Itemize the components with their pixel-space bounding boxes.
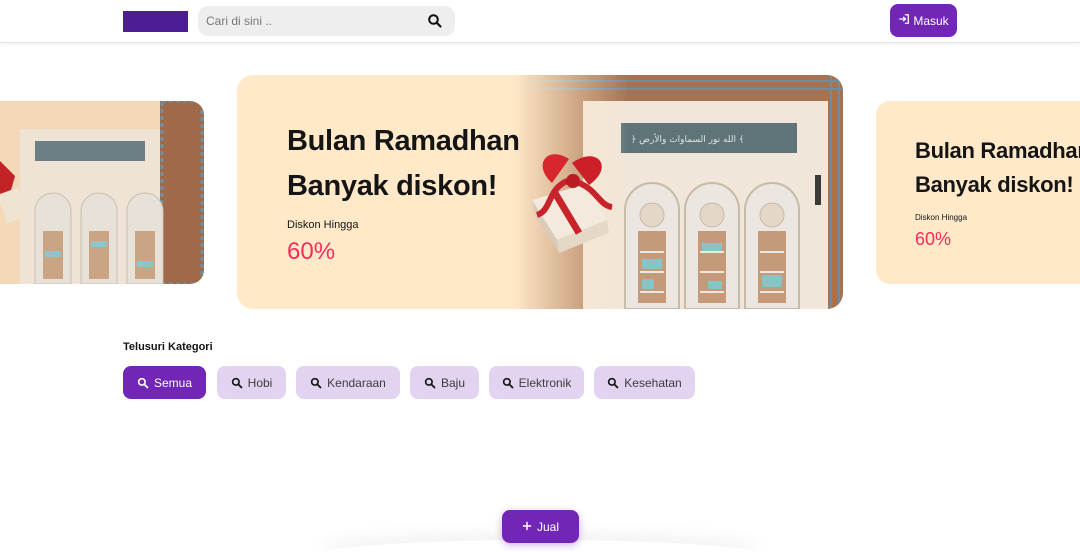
- category-chip-label: Hobi: [247, 375, 273, 390]
- category-chip-elektronik[interactable]: Elektronik: [489, 366, 584, 399]
- search-input[interactable]: [198, 6, 418, 36]
- category-chip-label: Kendaraan: [327, 375, 386, 390]
- login-icon: [898, 13, 910, 28]
- category-chip-kesehatan[interactable]: Kesehatan: [594, 366, 695, 399]
- banner-slide-next[interactable]: Bulan Ramadhan Banyak diskon! Diskon Hin…: [876, 101, 1080, 284]
- category-section-title: Telusuri Kategori: [123, 341, 213, 353]
- search-icon: [231, 377, 243, 388]
- banner-title: Bulan Ramadhan Banyak diskon!: [915, 138, 1080, 197]
- mosque-illustration: [0, 101, 204, 284]
- search-icon[interactable]: [427, 13, 443, 29]
- search-icon: [424, 377, 436, 388]
- banner-subtitle: Diskon Hingga: [915, 213, 968, 222]
- search-icon: [310, 377, 322, 388]
- search-icon: [608, 377, 619, 388]
- gift-icon: [532, 154, 613, 253]
- search-icon: [137, 377, 149, 388]
- login-button[interactable]: Masuk: [890, 4, 957, 37]
- category-chip-label: Semua: [153, 375, 193, 390]
- login-label: Masuk: [913, 13, 949, 28]
- search-icon: [502, 377, 514, 388]
- category-chip-label: Elektronik: [518, 375, 572, 390]
- category-chip-baju[interactable]: Baju: [410, 366, 479, 399]
- banner-discount: 60%: [287, 238, 336, 265]
- category-chip-kendaraan[interactable]: Kendaraan: [296, 366, 400, 399]
- top-navbar: Masuk: [0, 0, 1080, 43]
- category-chip-label: Kesehatan: [624, 375, 682, 390]
- site-logo[interactable]: [123, 11, 188, 32]
- banner-slide-current[interactable]: ﴿ الله نور السماوات والأرض ﴾ Bulan Ramad…: [237, 75, 843, 309]
- sell-label: Jual: [536, 519, 559, 534]
- search-bar: [198, 6, 455, 36]
- banner-title: Bulan Ramadhan Banyak diskon!: [287, 125, 520, 202]
- banner-discount: 60%: [915, 229, 952, 249]
- category-chip-hobi[interactable]: Hobi: [217, 366, 286, 399]
- banner-slide-previous[interactable]: [0, 101, 204, 284]
- plus-icon: [522, 520, 532, 534]
- sell-button[interactable]: Jual: [502, 510, 579, 543]
- category-chip-semua[interactable]: Semua: [123, 366, 206, 399]
- banner-subtitle: Diskon Hingga: [287, 219, 359, 231]
- category-chip-label: Baju: [440, 375, 466, 390]
